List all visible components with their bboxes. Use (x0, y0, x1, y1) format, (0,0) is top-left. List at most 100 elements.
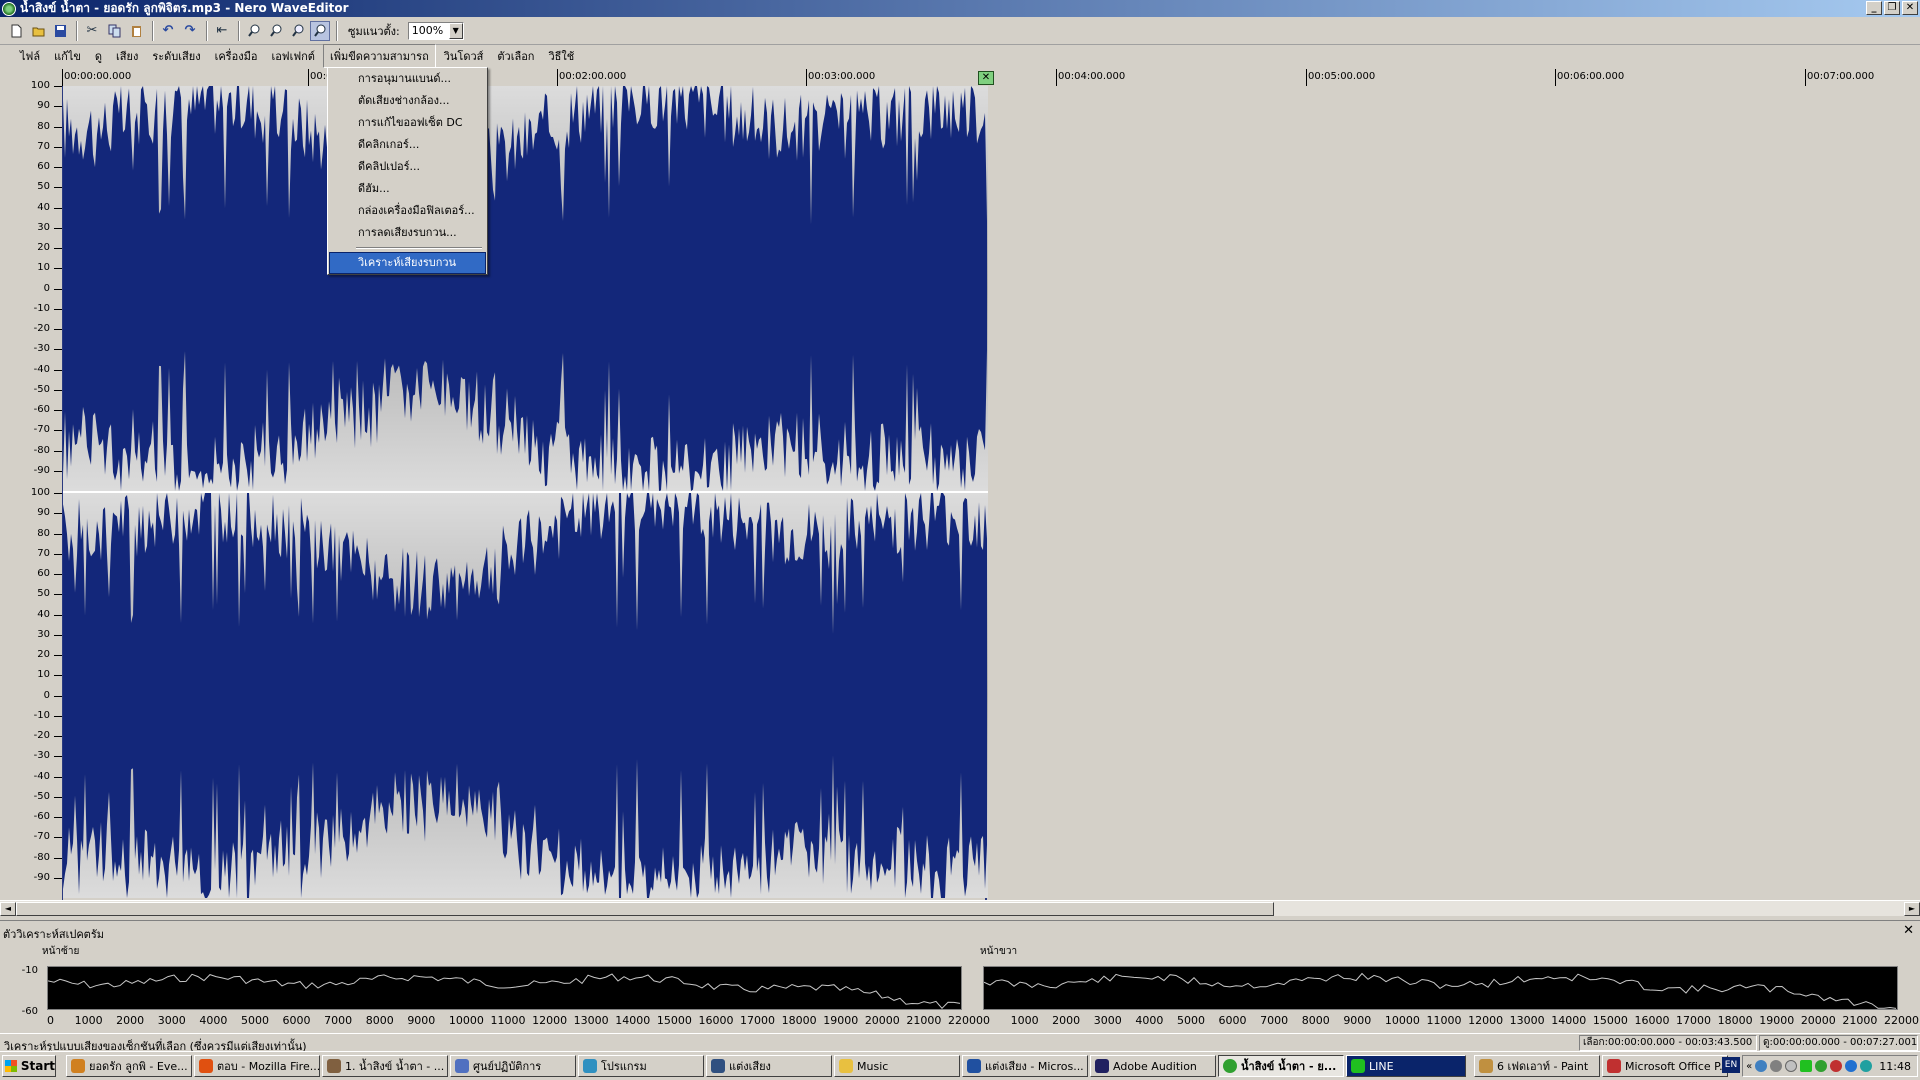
time-ruler[interactable]: 00:00:00.000 00:01:00.000 00:02:00.000 0… (0, 69, 1920, 86)
amplitude-label: -10 (33, 302, 50, 314)
chat-icon[interactable] (1815, 1060, 1828, 1072)
waveform-view[interactable] (62, 86, 988, 900)
amplitude-tick (54, 715, 62, 717)
network-icon[interactable] (1755, 1060, 1768, 1072)
zoom-in-icon[interactable] (244, 21, 264, 41)
menu-windows[interactable]: วินโดวส์ (438, 45, 490, 67)
task-button[interactable]: ศูนย์ปฏิบัติการ (450, 1055, 576, 1077)
close-button[interactable]: ✕ (1902, 1, 1918, 15)
redo-icon[interactable]: ↷ (180, 21, 200, 41)
amplitude-tick (54, 470, 62, 472)
menu-audio[interactable]: เสียง (110, 45, 144, 67)
amplitude-tick (54, 288, 62, 290)
task-button[interactable]: Adobe Audition (1090, 1055, 1216, 1077)
task-button[interactable]: 1. น้ำสิงข์ น้ำตา - ... (322, 1055, 448, 1077)
menu-item-band-extrapolation[interactable]: การอนุมานแบนด์... (330, 69, 485, 89)
spectrum-title: ตัววิเคราะห์สเปคตรัม (3, 928, 104, 941)
scroll-left-icon[interactable]: ◄ (0, 902, 16, 916)
menu-enhancement[interactable]: เพิ่มขีดความสามารถ (322, 44, 436, 68)
task-button[interactable]: LINE (1346, 1055, 1466, 1077)
amplitude-label: 50 (37, 588, 50, 600)
start-button[interactable]: Start (2, 1055, 56, 1077)
empty-timeline-area[interactable] (989, 86, 1920, 900)
system-tray: « 11:48 (1742, 1055, 1918, 1077)
spectrum-line (984, 972, 1897, 1009)
paste-icon[interactable] (126, 21, 146, 41)
cut-icon[interactable]: ✂ (82, 21, 102, 41)
frequency-label: 21000 (1842, 1014, 1878, 1027)
menu-edit[interactable]: แก้ไข (48, 45, 87, 67)
frequency-label: 16000 (1634, 1014, 1670, 1027)
menu-view[interactable]: ดู (89, 45, 108, 67)
frequency-label: 12000 (532, 1014, 568, 1027)
right-channel-label: หน้าขวา (980, 946, 1018, 957)
update-icon[interactable] (1785, 1060, 1798, 1072)
menu-options[interactable]: ตัวเลือก (491, 45, 540, 67)
fit-view-icon[interactable]: ⇤ (212, 21, 232, 41)
horizontal-scrollbar[interactable]: ◄ ► (0, 900, 1920, 916)
menu-item-declicker[interactable]: ดีคลิกเกอร์... (330, 135, 485, 155)
app-tray-icon[interactable] (1860, 1060, 1873, 1072)
task-button[interactable]: แต่งเสียง - Micros... (962, 1055, 1088, 1077)
scroll-right-icon[interactable]: ► (1904, 902, 1920, 916)
frequency-label: 19000 (1759, 1014, 1795, 1027)
task-button[interactable]: โปรแกรม (578, 1055, 704, 1077)
line-tray-icon[interactable] (1800, 1060, 1813, 1072)
menu-item-camera-noise[interactable]: ตัดเสียงช่างกล้อง... (330, 91, 485, 111)
task-button-active[interactable]: น้ำสิงข์ น้ำตา - ย... (1218, 1055, 1344, 1077)
menu-item-noise-analysis[interactable]: วิเคราะห์เสียงรบกวน (329, 252, 486, 274)
task-button[interactable]: ยอดรัก ลูกพิ - Eve... (66, 1055, 192, 1077)
open-file-icon[interactable] (28, 21, 48, 41)
menu-file[interactable]: ไฟล์ (14, 45, 46, 67)
title-bar[interactable]: น้ำสิงข์ น้ำตา - ยอดรัก ลูกพิจิตร.mp3 - … (0, 0, 1920, 17)
minimize-button[interactable]: _ (1866, 1, 1882, 15)
amplitude-tick (54, 389, 62, 391)
spectrum-y-label: -10 (21, 965, 38, 976)
volume-icon[interactable] (1830, 1060, 1843, 1072)
zoom-selection-icon[interactable] (288, 21, 308, 41)
frequency-label: 5000 (240, 1014, 269, 1027)
amplitude-label: 0 (43, 282, 50, 294)
tray-expand-icon[interactable]: « (1746, 1061, 1752, 1072)
status-bar: วิเคราะห์รูปแบบเสียงของเซ็กชันที่เลือก (… (0, 1033, 1920, 1053)
restore-button[interactable]: ❐ (1884, 1, 1900, 15)
selection-end-marker-icon[interactable]: ✕ (978, 71, 994, 85)
frequency-label: 2000 (1052, 1014, 1081, 1027)
ruler-label: 00:02:00.000 (559, 71, 627, 82)
menu-volume[interactable]: ระดับเสียง (146, 45, 206, 67)
menu-effects[interactable]: เอฟเฟกต์ (265, 45, 321, 67)
menu-tools[interactable]: เครื่องมือ (209, 45, 264, 67)
menu-item-dehum[interactable]: ดีฮัม... (330, 179, 485, 199)
chevron-down-icon[interactable]: ▼ (448, 22, 463, 39)
save-icon[interactable] (50, 21, 70, 41)
task-button[interactable]: แต่งเสียง (706, 1055, 832, 1077)
zoom-full-icon[interactable] (310, 20, 330, 41)
task-button[interactable]: Microsoft Office P... (1602, 1055, 1728, 1077)
menu-item-noise-reduction[interactable]: การลดเสียงรบกวน... (330, 223, 485, 243)
menu-item-declipper[interactable]: ดีคลิปเปอร์... (330, 157, 485, 177)
browser-icon[interactable] (1845, 1060, 1858, 1072)
right-channel-waveform[interactable] (63, 493, 988, 898)
undo-icon[interactable]: ↶ (158, 21, 178, 41)
new-file-icon[interactable] (6, 21, 26, 41)
left-channel-waveform[interactable] (63, 86, 988, 491)
task-button[interactable]: ตอบ - Mozilla Fire... (194, 1055, 320, 1077)
zoom-out-icon[interactable] (266, 21, 286, 41)
amplitude-tick (54, 857, 62, 859)
scrollbar-thumb[interactable] (16, 902, 1274, 916)
spectrum-analyzer-panel: ตัววิเคราะห์สเปคตรัม ✕ หน้าซ้าย หน้าขวา … (0, 920, 1920, 1033)
vertical-zoom-select[interactable]: 100% ▼ (407, 21, 464, 40)
task-button[interactable]: 6 เฟดเอาท์ - Paint (1474, 1055, 1600, 1077)
close-icon[interactable]: ✕ (1903, 923, 1914, 938)
amplitude-tick (54, 553, 62, 555)
windows-logo-icon (5, 1060, 17, 1072)
frequency-label: 4000 (199, 1014, 228, 1027)
language-indicator[interactable]: EN (1722, 1057, 1740, 1073)
amplitude-tick (54, 594, 62, 596)
security-icon[interactable] (1770, 1060, 1783, 1072)
menu-item-filter-toolbox[interactable]: กล่องเครื่องมือฟิลเตอร์... (330, 201, 485, 221)
menu-item-dc-offset[interactable]: การแก้ไขออฟเซ็ต DC (330, 113, 485, 133)
menu-help[interactable]: วิธีใช้ (542, 45, 580, 67)
copy-icon[interactable] (104, 21, 124, 41)
task-button[interactable]: Music (834, 1055, 960, 1077)
